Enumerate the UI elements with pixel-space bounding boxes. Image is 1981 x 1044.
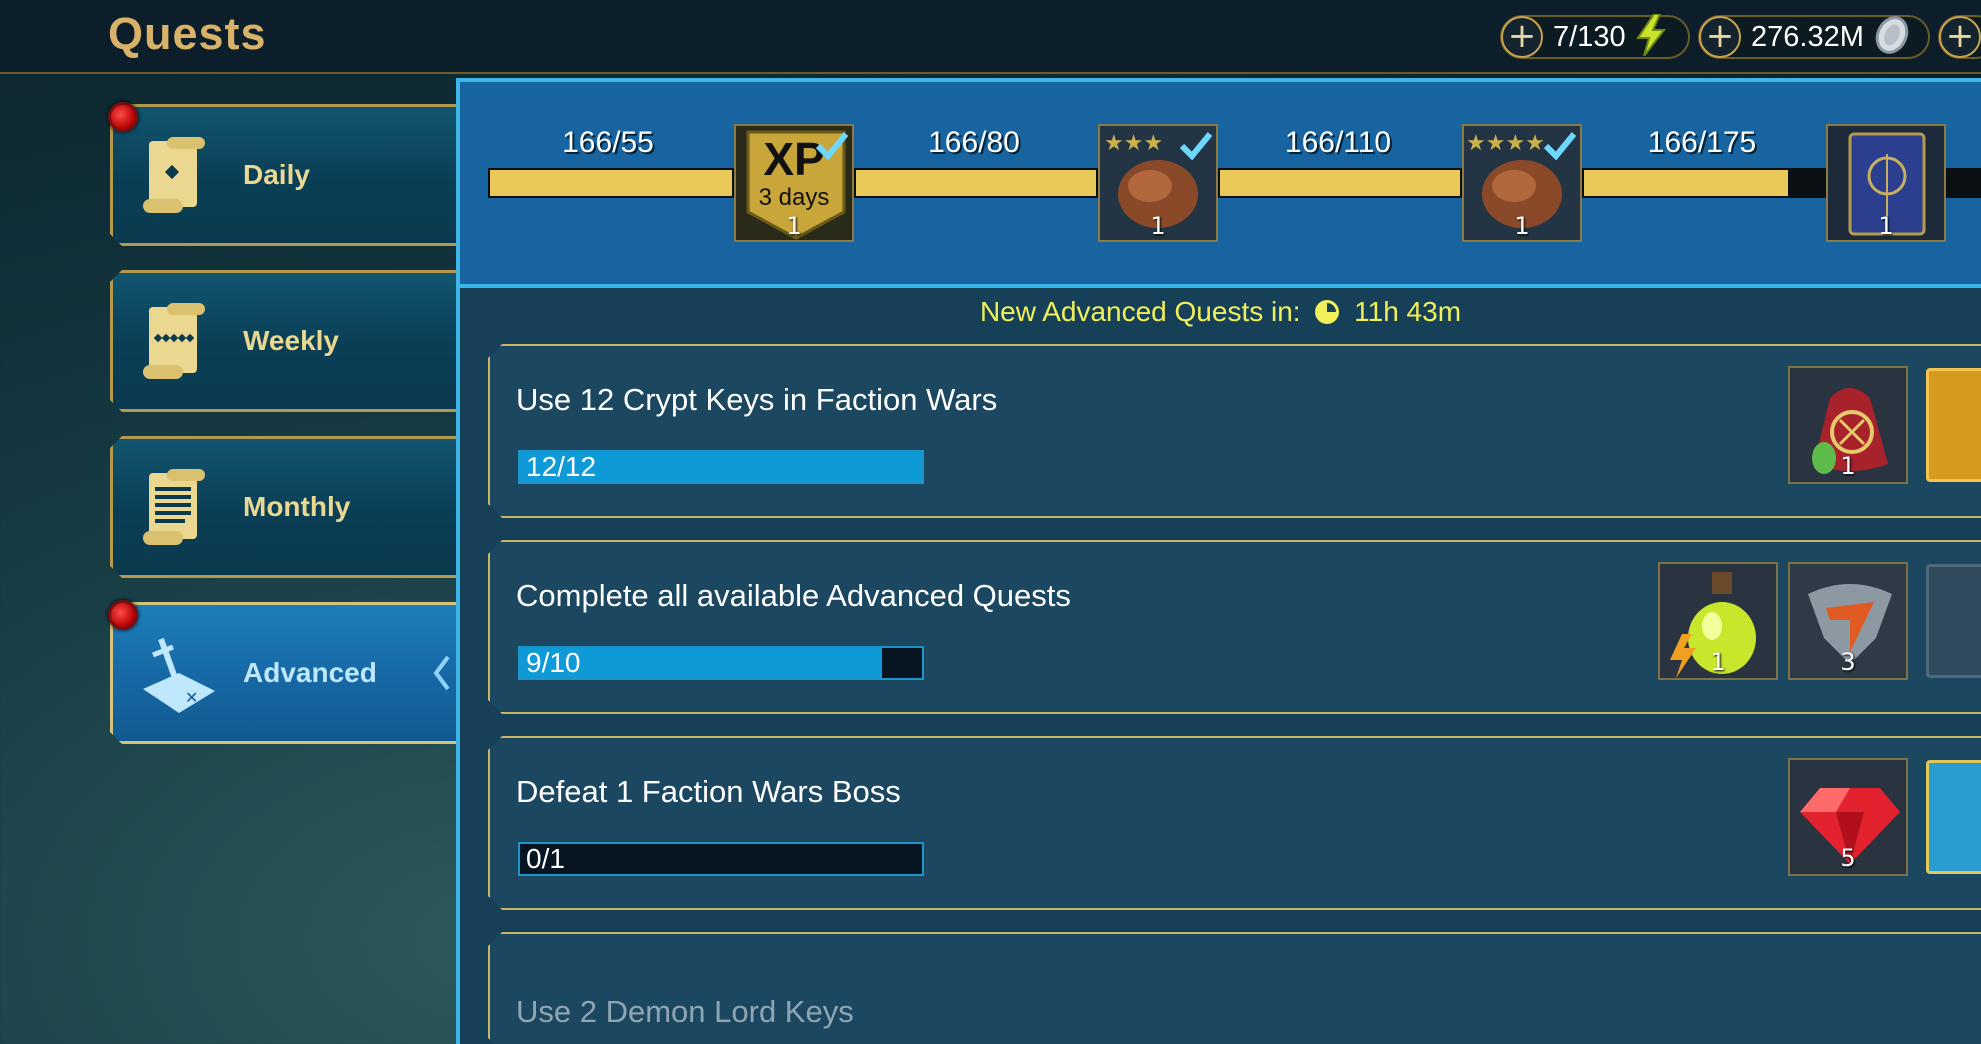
reward-quantity: 1 bbox=[1150, 212, 1166, 240]
quest-progress-text: 0/1 bbox=[526, 843, 565, 874]
daily-notification-dot bbox=[108, 102, 138, 132]
quest-row: Use 2 Demon Lord Keys bbox=[488, 932, 1981, 1044]
quest-row: Use 12 Crypt Keys in Faction Wars 12/12 … bbox=[488, 344, 1981, 518]
add-silver-button[interactable]: + bbox=[1699, 16, 1741, 58]
silver-value: 276.32M bbox=[1751, 20, 1864, 53]
milestone-reward-chicken[interactable]: ★★★★ 1 bbox=[1462, 124, 1582, 242]
reward-quantity: 1 bbox=[786, 212, 802, 240]
milestone-label: 166/55 bbox=[562, 126, 654, 159]
claim-button[interactable] bbox=[1926, 564, 1981, 678]
timer-label: New Advanced Quests in: bbox=[979, 296, 1301, 327]
milestone-bar bbox=[488, 168, 734, 198]
tab-daily[interactable]: Daily bbox=[110, 104, 460, 246]
claim-button[interactable] bbox=[1926, 760, 1981, 874]
milestone-bar bbox=[1218, 168, 1462, 198]
page-title: Quests bbox=[108, 8, 267, 59]
silver-counter: + 276.32M bbox=[1698, 15, 1930, 59]
tab-monthly-label: Monthly bbox=[243, 491, 351, 522]
scroll-icon bbox=[139, 467, 209, 551]
milestone-bar bbox=[1946, 168, 1981, 198]
advanced-notification-dot bbox=[108, 600, 138, 630]
claim-button[interactable] bbox=[1926, 368, 1981, 482]
energy-counter: + 7/130 bbox=[1500, 13, 1690, 60]
milestone-reward-tome[interactable]: 1 bbox=[1826, 124, 1946, 242]
reward-quantity: 1 bbox=[1710, 648, 1726, 676]
scroll-icon bbox=[139, 135, 209, 219]
quest-title: Use 2 Demon Lord Keys bbox=[516, 994, 854, 1029]
energy-value: 7/130 bbox=[1553, 20, 1626, 53]
tab-daily-label: Daily bbox=[243, 159, 310, 190]
quest-row: Defeat 1 Faction Wars Boss 0/1 5 bbox=[488, 736, 1981, 910]
quest-reward[interactable]: 1 bbox=[1788, 366, 1908, 484]
svg-text:★★★: ★★★ bbox=[1104, 131, 1163, 156]
tab-advanced[interactable]: ✕ Advanced bbox=[110, 602, 460, 744]
top-bar: Quests + 7/130 + 276.32M + bbox=[0, 0, 1981, 74]
reward-quantity: 1 bbox=[1878, 212, 1894, 240]
tab-monthly[interactable]: Monthly bbox=[110, 436, 460, 578]
quest-panel: 166/55 XP 3 days 1 166/80 ★★★ 1 166/110 bbox=[456, 78, 1981, 1044]
reward-quantity: 1 bbox=[1840, 452, 1856, 480]
checkmark-icon bbox=[1543, 132, 1577, 160]
milestone-reward-chicken[interactable]: ★★★ 1 bbox=[1098, 124, 1218, 242]
xp-duration: 3 days bbox=[758, 184, 830, 211]
milestone-label: 166/80 bbox=[928, 126, 1020, 159]
quest-progress-text: 9/10 bbox=[526, 647, 581, 678]
svg-text:★★★★: ★★★★ bbox=[1466, 131, 1545, 156]
milestone-bar bbox=[854, 168, 1098, 198]
quest-progress-bar: 0/1 bbox=[518, 842, 924, 876]
tab-advanced-label: Advanced bbox=[243, 657, 377, 688]
tab-weekly[interactable]: Weekly bbox=[110, 270, 460, 412]
quest-reward[interactable]: 1 bbox=[1658, 562, 1778, 680]
milestone-label: 166/110 bbox=[1284, 126, 1392, 159]
quest-row: Complete all available Advanced Quests 9… bbox=[488, 540, 1981, 714]
quest-reward[interactable]: 5 bbox=[1788, 758, 1908, 876]
scroll-icon bbox=[139, 301, 209, 385]
quest-progress-text: 12/12 bbox=[526, 451, 597, 482]
milestone-reward-xp-boost[interactable]: XP 3 days 1 bbox=[734, 124, 854, 242]
new-quests-timer: New Advanced Quests in: 11h 43m bbox=[460, 296, 1981, 332]
silver-coin-icon bbox=[1872, 15, 1912, 59]
milestone-track: 166/55 XP 3 days 1 166/80 ★★★ 1 166/110 bbox=[460, 82, 1981, 288]
add-gems-button[interactable]: + bbox=[1939, 16, 1981, 58]
reward-quantity: 3 bbox=[1840, 648, 1856, 676]
svg-text:✕: ✕ bbox=[185, 688, 198, 707]
clock-icon bbox=[1314, 299, 1340, 332]
checkmark-icon bbox=[1179, 132, 1213, 160]
reward-quantity: 5 bbox=[1840, 844, 1856, 872]
lightning-icon bbox=[1634, 13, 1668, 60]
quest-title: Complete all available Advanced Quests bbox=[516, 578, 1071, 613]
quest-title: Defeat 1 Faction Wars Boss bbox=[516, 774, 901, 809]
gem-counter: + bbox=[1938, 15, 1981, 59]
milestone-label: 166/175 bbox=[1647, 126, 1757, 159]
chevron-left-icon bbox=[432, 655, 452, 695]
tab-weekly-label: Weekly bbox=[243, 325, 339, 356]
quest-reward[interactable]: 3 bbox=[1788, 562, 1908, 680]
quest-title: Use 12 Crypt Keys in Faction Wars bbox=[516, 382, 998, 417]
quest-progress-bar: 12/12 bbox=[518, 450, 924, 484]
reward-quantity: 1 bbox=[1514, 212, 1530, 240]
sword-map-icon: ✕ bbox=[139, 633, 209, 717]
timer-value: 11h 43m bbox=[1354, 296, 1462, 327]
checkmark-icon bbox=[815, 132, 849, 160]
add-energy-button[interactable]: + bbox=[1501, 16, 1543, 58]
milestone-bar bbox=[1582, 168, 1826, 198]
quest-progress-bar: 9/10 bbox=[518, 646, 924, 680]
